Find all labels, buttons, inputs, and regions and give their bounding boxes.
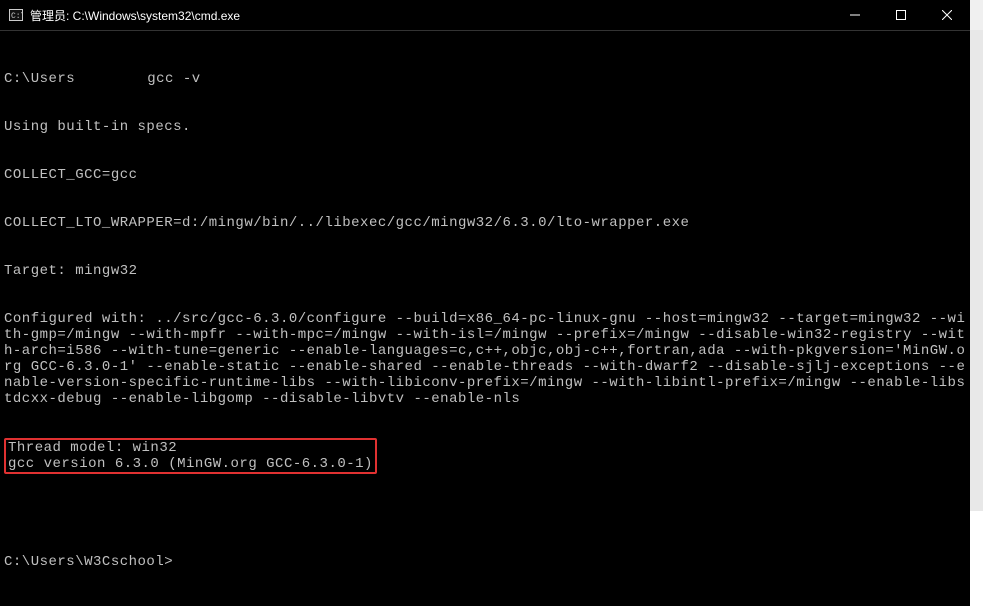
output-line: Using built-in specs. [4, 119, 966, 135]
redacted-username [75, 73, 147, 87]
minimize-icon [850, 10, 860, 20]
cmd-window: C:\ 管理员: C:\Windows\system32\cmd.exe C:\… [0, 0, 970, 510]
output-line: COLLECT_LTO_WRAPPER=d:/mingw/bin/../libe… [4, 215, 966, 231]
command-text: gcc -v [147, 71, 200, 87]
maximize-icon [896, 10, 906, 20]
output-line: C:\Users gcc -v [4, 71, 966, 87]
highlight-annotation: Thread model: win32gcc version 6.3.0 (Mi… [4, 438, 377, 474]
prompt-text: C:\Users\W3Cschool> [4, 554, 173, 570]
output-line: Thread model: win32gcc version 6.3.0 (Mi… [4, 439, 966, 474]
output-line: Configured with: ../src/gcc-6.3.0/config… [4, 311, 966, 407]
titlebar[interactable]: C:\ 管理员: C:\Windows\system32\cmd.exe [0, 0, 970, 31]
thread-model-text: Thread model: win32 [8, 440, 177, 456]
maximize-button[interactable] [878, 0, 924, 30]
cmd-icon: C:\ [8, 7, 24, 23]
output-line [4, 506, 966, 522]
window-title: 管理员: C:\Windows\system32\cmd.exe [30, 7, 240, 24]
terminal-output[interactable]: C:\Users gcc -v Using built-in specs. COL… [0, 31, 970, 606]
close-icon [942, 10, 952, 20]
right-gutter [970, 0, 983, 511]
gcc-version-text: gcc version 6.3.0 (MinGW.org GCC-6.3.0-1… [8, 456, 373, 472]
close-button[interactable] [924, 0, 970, 30]
scrollbar-track[interactable] [970, 30, 983, 511]
prompt-line: C:\Users\W3Cschool> [4, 554, 966, 570]
output-line: Target: mingw32 [4, 263, 966, 279]
prompt-path: C:\Users [4, 71, 75, 87]
minimize-button[interactable] [832, 0, 878, 30]
output-line: COLLECT_GCC=gcc [4, 167, 966, 183]
svg-text:C:\: C:\ [11, 12, 23, 21]
